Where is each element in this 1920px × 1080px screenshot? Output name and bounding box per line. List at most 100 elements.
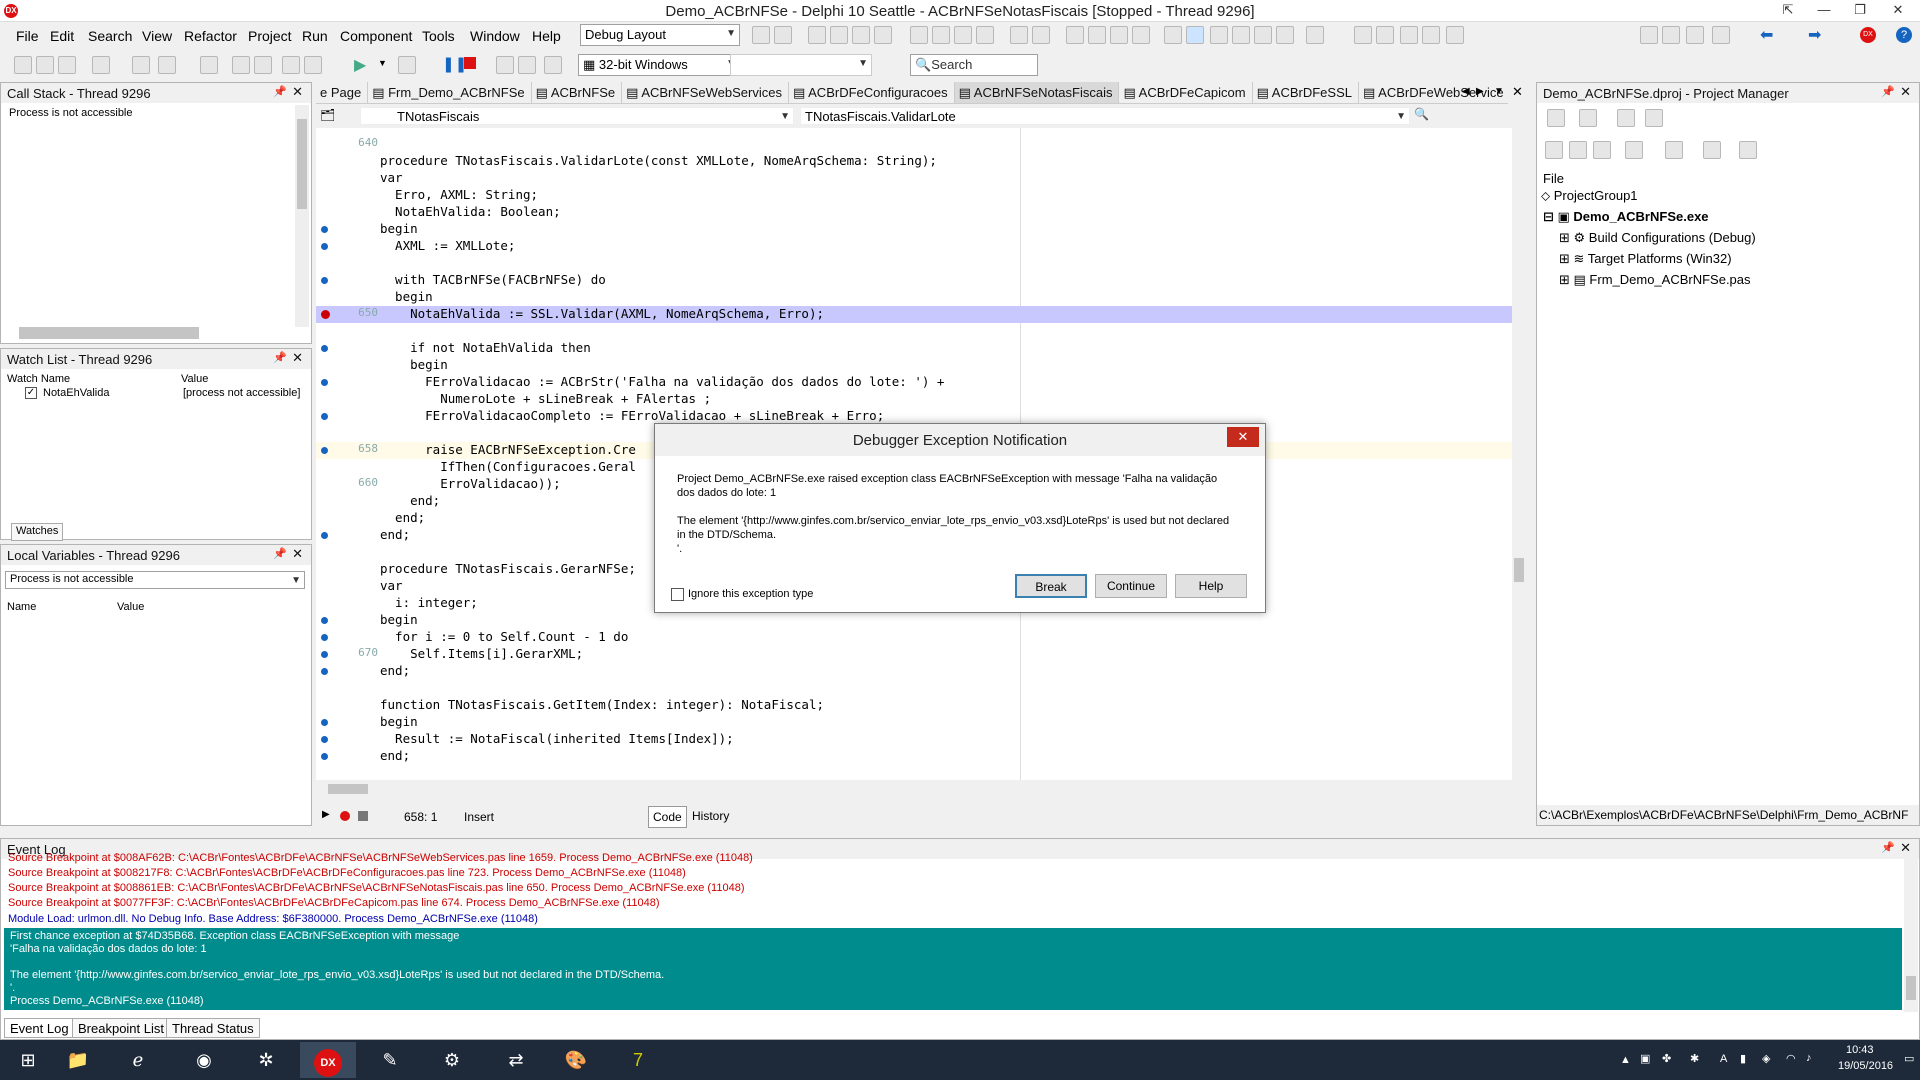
code-line[interactable]: begin	[316, 357, 1512, 374]
menu-window[interactable]: Window	[470, 28, 520, 44]
config-combo[interactable]: ▼	[730, 54, 872, 76]
code-line[interactable]: end;	[316, 663, 1512, 680]
align6-icon[interactable]	[954, 26, 972, 44]
tree-target-platforms[interactable]: ⊞ ≋ Target Platforms (Win32)	[1559, 251, 1732, 267]
find-icon[interactable]: 🔍	[1414, 107, 1429, 121]
dx-icon[interactable]: DX	[1860, 27, 1876, 43]
breakpoint-dot-icon[interactable]	[321, 379, 328, 386]
code-line[interactable]: 650 NotaEhValida := SSL.Validar(AXML, No…	[316, 306, 1512, 323]
set-layout-icon[interactable]	[774, 26, 792, 44]
watch-enabled-checkbox[interactable]: ✓	[25, 387, 37, 399]
class-combo[interactable]: TNotasFiscais ▼	[360, 107, 794, 125]
tab-code[interactable]: Code	[648, 806, 687, 828]
watch-item-name[interactable]: NotaEhValida	[43, 387, 109, 399]
ignore-exception-checkbox[interactable]	[671, 588, 684, 601]
delphi-taskbar-icon[interactable]: DX	[300, 1042, 356, 1078]
breakpoint-dot-icon[interactable]	[321, 345, 328, 352]
minimize-button[interactable]: —	[1804, 0, 1844, 20]
build-icon[interactable]	[1703, 141, 1721, 159]
space3-icon[interactable]	[1254, 26, 1272, 44]
ide-icon[interactable]: ✲	[238, 1042, 294, 1078]
tab-thread-status[interactable]: Thread Status	[166, 1018, 260, 1038]
expand-icon[interactable]	[1569, 141, 1587, 159]
breakpoint-dot-icon[interactable]	[321, 668, 328, 675]
notifications-icon[interactable]: ▭	[1904, 1052, 1914, 1065]
breakpoint-dot-icon[interactable]	[321, 243, 328, 250]
step-over-icon[interactable]	[496, 56, 514, 74]
start-button[interactable]: ⊞	[0, 1042, 56, 1078]
code-line[interactable]	[316, 255, 1512, 272]
close-panel-icon[interactable]: ✕	[292, 546, 303, 562]
ignore-exception-label[interactable]: Ignore this exception type	[688, 588, 813, 600]
tab-breakpoint-list[interactable]: Breakpoint List	[72, 1018, 170, 1038]
filter-icon[interactable]	[1665, 141, 1683, 159]
break-button[interactable]: Break	[1015, 574, 1087, 598]
align4-icon[interactable]	[910, 26, 928, 44]
help-icon[interactable]	[1422, 26, 1440, 44]
active-breakpoint-icon[interactable]	[321, 310, 330, 319]
share-icon[interactable]	[1446, 26, 1464, 44]
remove-file-icon[interactable]	[304, 56, 322, 74]
tab-watches[interactable]: Watches	[11, 523, 64, 541]
platform-combo[interactable]: ▦ 32-bit Windows▼	[578, 54, 740, 76]
open-icon[interactable]	[36, 56, 54, 74]
code-line[interactable]: 640	[316, 136, 1512, 153]
tab-welcome-page[interactable]: e Page	[316, 82, 369, 103]
code-line[interactable]: begin	[316, 221, 1512, 238]
close-panel-icon[interactable]: ✕	[1900, 840, 1911, 856]
code-line[interactable]	[316, 765, 1512, 780]
folder-icon[interactable]	[1617, 109, 1635, 127]
menu-tools[interactable]: Tools	[422, 28, 455, 44]
size4-icon[interactable]	[1132, 26, 1150, 44]
collapse-icon[interactable]	[1593, 141, 1611, 159]
tray-language[interactable]: A	[1720, 1053, 1727, 1065]
help-button[interactable]: Help	[1175, 574, 1247, 598]
pin-icon[interactable]: 📌	[1881, 841, 1895, 854]
tray-av-icon[interactable]: ▮	[1740, 1052, 1746, 1065]
code-line[interactable]: for i := 0 to Self.Count - 1 do	[316, 629, 1512, 646]
tab-list-icon[interactable]: ▼	[1494, 86, 1504, 97]
align-icon[interactable]	[830, 26, 848, 44]
code-line[interactable]: with TACBrNFSe(FACBrNFSe) do	[316, 272, 1512, 289]
log-scrollbar[interactable]	[1904, 856, 1918, 1012]
space5-icon[interactable]	[1306, 26, 1324, 44]
code-line[interactable]: begin	[316, 714, 1512, 731]
close-panel-icon[interactable]: ✕	[1900, 84, 1911, 100]
tab-ssl[interactable]: ▤ ACBrDFeSSL	[1253, 82, 1359, 103]
people2-icon[interactable]	[1662, 26, 1680, 44]
code-line[interactable]: Erro, AXML: String;	[316, 187, 1512, 204]
code-line[interactable]: function TNotasFiscais.GetItem(Index: in…	[316, 697, 1512, 714]
calendar-icon[interactable]	[1400, 26, 1418, 44]
tree-form-file[interactable]: ⊞ ▤ Frm_Demo_ACBrNFSe.pas	[1559, 272, 1751, 288]
paint-icon[interactable]: 🎨	[548, 1042, 604, 1078]
mail-icon[interactable]	[1354, 26, 1372, 44]
run-icon[interactable]: ▶	[354, 55, 366, 75]
tab-scroll-left-icon[interactable]: ◀	[1462, 86, 1470, 97]
code-line[interactable]: NotaEhValida: Boolean;	[316, 204, 1512, 221]
tray-settings-icon[interactable]: ✱	[1690, 1052, 1699, 1065]
tab-acbrnfse[interactable]: ▤ ACBrNFSe	[532, 82, 623, 103]
forward-arrow-icon[interactable]: ➡	[1808, 25, 1821, 45]
breakpoint-dot-icon[interactable]	[321, 447, 328, 454]
breakpoint-dot-icon[interactable]	[321, 277, 328, 284]
close-tab-icon[interactable]: ✕	[1512, 84, 1523, 100]
code-line[interactable]: procedure TNotasFiscais.ValidarLote(cons…	[316, 153, 1512, 170]
space-icon[interactable]	[1210, 26, 1228, 44]
step-icon[interactable]	[808, 26, 826, 44]
breakpoint-dot-icon[interactable]	[321, 634, 328, 641]
code-line[interactable]: var	[316, 170, 1512, 187]
pin-icon[interactable]: 📌	[273, 351, 287, 364]
breakpoint-dot-icon[interactable]	[321, 532, 328, 539]
pin-icon[interactable]: 📌	[273, 85, 287, 98]
breakpoint-dot-icon[interactable]	[321, 753, 328, 760]
size3-icon[interactable]	[1110, 26, 1128, 44]
menu-view[interactable]: View	[142, 28, 172, 44]
tray-up-icon[interactable]: ▲	[1620, 1054, 1631, 1066]
pin-icon[interactable]: 📌	[1881, 85, 1895, 98]
align9-icon[interactable]	[1032, 26, 1050, 44]
run-without-debug-icon[interactable]	[398, 56, 416, 74]
breakpoint-dot-icon[interactable]	[321, 736, 328, 743]
save-layout-icon[interactable]	[752, 26, 770, 44]
ie-icon[interactable]: ℯ	[110, 1042, 166, 1078]
close-panel-icon[interactable]: ✕	[292, 84, 303, 100]
